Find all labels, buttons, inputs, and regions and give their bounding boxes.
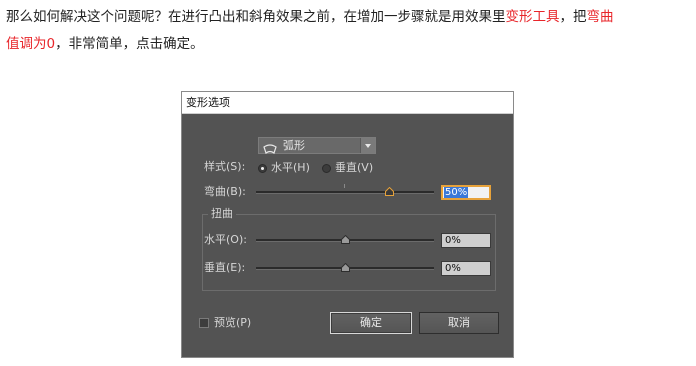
article-text: ，把: [559, 9, 587, 25]
radio-vertical[interactable]: [322, 164, 331, 173]
horizontal-distortion-field[interactable]: 0%: [441, 233, 491, 248]
article-highlight-bend: 弯曲: [586, 9, 614, 25]
style-select[interactable]: 弧形: [258, 137, 376, 154]
bend-label: 弯曲(B):: [204, 185, 246, 198]
style-label: 样式(S):: [204, 160, 246, 173]
preview-checkbox[interactable]: [199, 318, 209, 328]
bend-center-tick: [344, 184, 345, 188]
style-select-value: 弧形: [283, 139, 305, 152]
radio-vertical-label[interactable]: 垂直(V): [335, 161, 373, 175]
dialog-body: 样式(S): 弧形 水平(H) 垂直(V) 弯曲(B): 50% 扭曲 水平(O…: [182, 115, 513, 357]
article-paragraph: 那么如何解决这个问题呢？在进行凸出和斜角效果之前，在增加一步骤就是用效果里变形工…: [6, 4, 692, 58]
distortion-group: 扭曲: [202, 207, 496, 291]
bend-slider-thumb[interactable]: [385, 187, 394, 196]
vertical-distortion-thumb[interactable]: [341, 263, 350, 272]
horizontal-distortion-label: 水平(O):: [204, 233, 247, 246]
chevron-down-icon[interactable]: [360, 138, 375, 153]
preview-label[interactable]: 预览(P): [214, 316, 251, 330]
ok-button[interactable]: 确定: [330, 312, 412, 334]
article-highlight-warp-tool: 变形工具: [505, 9, 560, 25]
warp-options-dialog: 变形选项 样式(S): 弧形 水平(H) 垂直(V) 弯曲(B): 50% 扭曲…: [181, 91, 514, 358]
bend-value-field[interactable]: 50%: [441, 185, 491, 200]
article-text: ，非常简单，点击确定。: [55, 36, 204, 52]
article-highlight-bend-zero: 值调为0: [6, 36, 56, 52]
arc-style-icon: [263, 140, 277, 154]
radio-horizontal-label[interactable]: 水平(H): [271, 161, 310, 175]
bend-value-text: 50%: [444, 187, 469, 198]
vertical-distortion-label: 垂直(E):: [204, 261, 246, 274]
radio-horizontal[interactable]: [258, 164, 267, 173]
distortion-group-title: 扭曲: [208, 207, 236, 221]
dialog-title: 变形选项: [182, 92, 513, 114]
bend-slider-track[interactable]: [256, 191, 434, 194]
cancel-button[interactable]: 取消: [419, 312, 499, 334]
horizontal-distortion-thumb[interactable]: [341, 235, 350, 244]
article-text: 那么如何解决这个问题呢？在进行凸出和斜角效果之前，在增加一步骤就是用效果里: [6, 9, 506, 25]
vertical-distortion-field[interactable]: 0%: [441, 261, 491, 276]
